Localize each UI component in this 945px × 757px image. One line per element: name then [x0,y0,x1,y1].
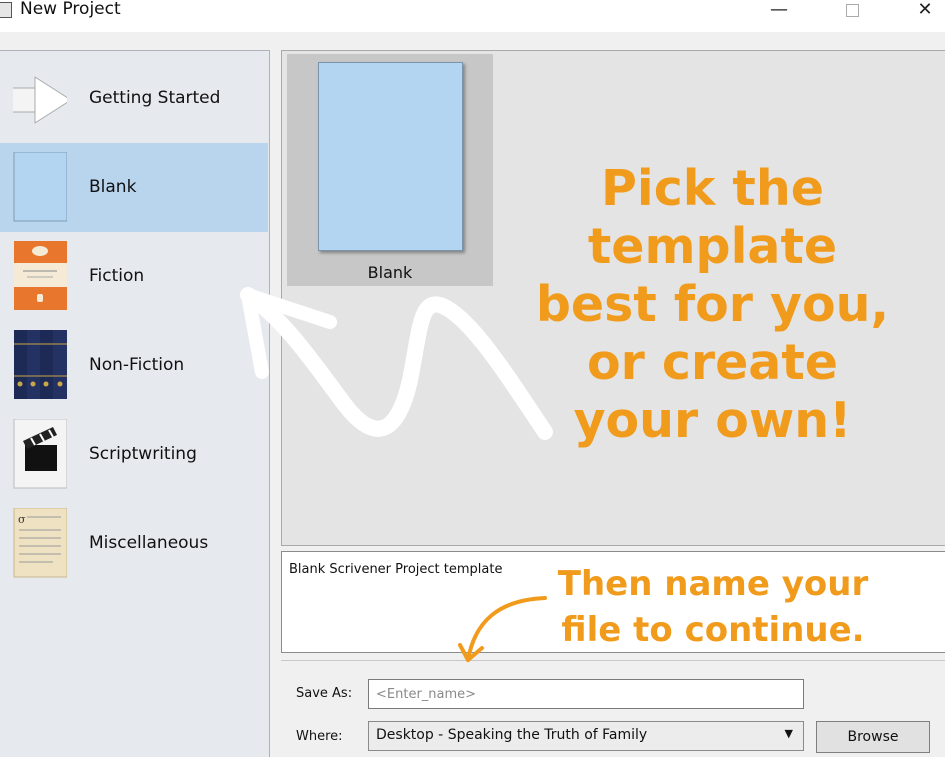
main-annotation: Pick the template best for you, or creat… [525,160,900,450]
annotation-line: or create [586,334,839,391]
annotation-line: file to continue. [561,610,865,650]
annotation-line: Then name your [557,564,869,604]
sub-annotation: Then name your file to continue. [543,561,883,653]
annotation-line: template [587,218,838,275]
annotation-line: best for you, [535,276,890,333]
annotation-line: your own! [573,392,852,449]
annotation-line: Pick the [601,160,824,217]
